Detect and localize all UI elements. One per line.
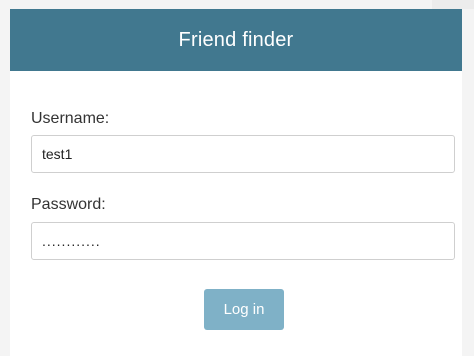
background-corner bbox=[432, 0, 474, 9]
username-input[interactable] bbox=[31, 135, 455, 173]
login-button[interactable]: Log in bbox=[204, 289, 284, 330]
password-label: Password: bbox=[31, 196, 106, 213]
page-header: Friend finder bbox=[10, 9, 462, 71]
username-label: Username: bbox=[31, 110, 110, 127]
password-input[interactable] bbox=[31, 222, 455, 260]
page-title: Friend finder bbox=[178, 28, 294, 51]
